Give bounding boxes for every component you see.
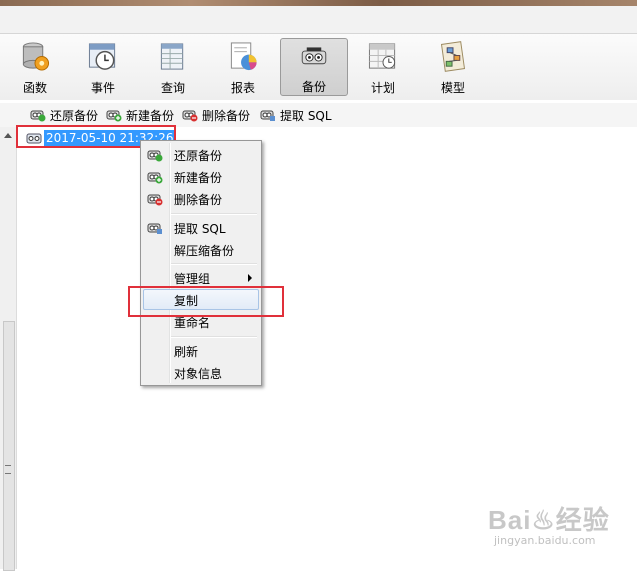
new-backup-icon	[106, 110, 122, 122]
menu-item-label: 提取 SQL	[174, 222, 226, 236]
menu-item-label: 新建备份	[174, 171, 223, 185]
menu-item-label: 删除备份	[174, 193, 223, 207]
extract-sql-label: 提取 SQL	[280, 108, 332, 123]
menu-item-label: 对象信息	[174, 367, 223, 381]
restore-backup-button[interactable]: 还原备份	[30, 107, 98, 123]
report-chart-icon	[230, 42, 257, 71]
schedule-calendar-icon	[368, 43, 396, 69]
toolbar-button-backup[interactable]: 备份	[280, 38, 348, 96]
menu-separator	[171, 336, 257, 338]
menu-item-restore-backup[interactable]: 还原备份	[143, 144, 259, 165]
new-backup-icon	[147, 172, 163, 184]
menu-separator	[171, 213, 257, 215]
new-backup-label: 新建备份	[126, 108, 175, 123]
scroll-grip-icon	[5, 465, 11, 474]
database-function-icon	[22, 42, 50, 71]
scrollbar-thumb[interactable]	[3, 321, 15, 571]
menu-item-decompress-backup[interactable]: 解压缩备份	[143, 239, 259, 260]
toolbar-button-function[interactable]: 函数	[2, 38, 68, 96]
restore-backup-label: 还原备份	[50, 108, 99, 123]
menu-item-manage-group[interactable]: 管理组	[143, 267, 259, 288]
toolbar-label: 报表	[230, 81, 255, 95]
main-toolbar: 函数 事件 查询 报表 备份 计划 模型	[0, 34, 637, 100]
menu-item-label: 解压缩备份	[174, 244, 235, 258]
toolbar-label: 模型	[440, 81, 465, 95]
context-menu: 还原备份 新建备份 删除备份 提取 SQL 解压缩备份 管理组 复制 重命名 刷…	[140, 140, 262, 386]
watermark-brand: Bai♨经验	[488, 505, 610, 535]
menu-item-label: 还原备份	[174, 149, 223, 163]
submenu-arrow-icon	[248, 274, 252, 282]
toolbar-label: 备份	[301, 80, 326, 94]
scroll-up-arrow-icon[interactable]	[4, 133, 12, 138]
model-diagram-icon	[440, 41, 466, 72]
menu-bar-area	[0, 6, 637, 34]
backup-subtoolbar: 还原备份 新建备份 删除备份 提取 SQL	[0, 103, 637, 127]
menu-item-refresh[interactable]: 刷新	[143, 340, 259, 361]
toolbar-label: 函数	[22, 81, 47, 95]
event-clock-icon	[88, 43, 116, 70]
restore-backup-icon	[147, 150, 163, 162]
delete-backup-button[interactable]: 删除备份	[182, 107, 250, 123]
annotation-highlight-box	[128, 286, 284, 317]
toolbar-label: 查询	[160, 81, 185, 95]
toolbar-button-event[interactable]: 事件	[70, 38, 136, 96]
toolbar-button-model[interactable]: 模型	[420, 38, 486, 96]
menu-item-label: 刷新	[174, 345, 199, 359]
watermark: Bai♨经验 jingyan.baidu.com	[488, 500, 610, 547]
extract-sql-icon	[147, 223, 162, 234]
menu-separator	[171, 263, 257, 265]
query-table-icon	[160, 43, 184, 70]
backup-icon	[301, 47, 327, 65]
restore-backup-icon	[30, 110, 46, 122]
menu-item-object-info[interactable]: 对象信息	[143, 362, 259, 383]
menu-item-label: 管理组	[174, 272, 211, 286]
menu-item-new-backup[interactable]: 新建备份	[143, 166, 259, 187]
watermark-url: jingyan.baidu.com	[494, 534, 596, 547]
toolbar-label: 计划	[370, 81, 395, 95]
toolbar-label: 事件	[90, 81, 115, 95]
new-backup-button[interactable]: 新建备份	[106, 107, 174, 123]
menu-item-extract-sql[interactable]: 提取 SQL	[143, 217, 259, 238]
extract-sql-icon	[260, 110, 275, 121]
delete-backup-icon	[182, 110, 198, 122]
toolbar-button-schedule[interactable]: 计划	[350, 38, 416, 96]
delete-backup-icon	[147, 194, 163, 206]
toolbar-button-query[interactable]: 查询	[140, 38, 206, 96]
vertical-scrollbar[interactable]	[0, 127, 17, 571]
delete-backup-label: 删除备份	[202, 108, 251, 123]
menu-item-delete-backup[interactable]: 删除备份	[143, 188, 259, 209]
toolbar-button-report[interactable]: 报表	[210, 38, 276, 96]
extract-sql-button[interactable]: 提取 SQL	[260, 107, 332, 123]
